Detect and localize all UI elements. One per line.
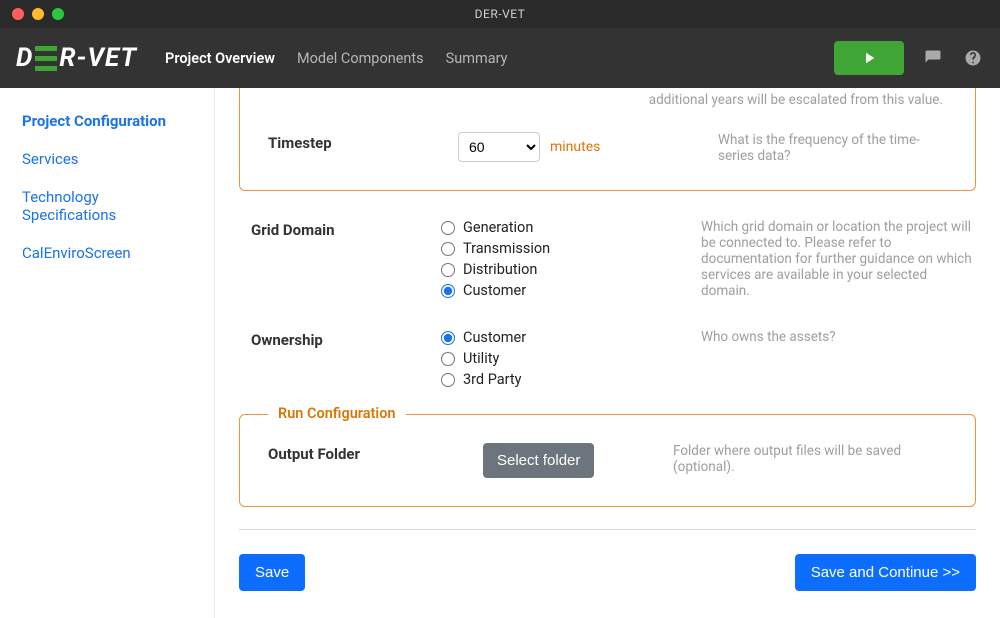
ownership-option-utility[interactable]: Utility <box>441 350 691 367</box>
ownership-radio-group: Customer Utility 3rd Party <box>441 329 691 388</box>
main-panel: additional years will be escalated from … <box>215 88 1000 618</box>
grid-domain-option-transmission[interactable]: Transmission <box>441 240 691 257</box>
chat-icon <box>924 49 942 67</box>
previous-field-help-fragment: additional years will be escalated from … <box>268 92 947 108</box>
radio-label: Utility <box>463 350 499 367</box>
ownership-help: Who owns the assets? <box>691 329 976 345</box>
window-titlebar: DER-VET <box>0 0 1000 28</box>
run-configuration-legend: Run Configuration <box>268 405 406 422</box>
logo-text-left: D <box>16 43 33 73</box>
grid-domain-option-generation[interactable]: Generation <box>441 219 691 236</box>
play-icon <box>860 49 878 67</box>
radio-label: Transmission <box>463 240 550 257</box>
select-folder-button[interactable]: Select folder <box>483 443 594 478</box>
top-navbar: D R-VET Project Overview Model Component… <box>0 28 1000 88</box>
grid-domain-option-distribution[interactable]: Distribution <box>441 261 691 278</box>
feedback-button[interactable] <box>922 47 944 69</box>
close-window-button[interactable] <box>12 8 24 20</box>
help-button[interactable] <box>962 47 984 69</box>
window-controls <box>0 8 64 20</box>
timestep-unit: minutes <box>550 139 600 155</box>
app-logo: D R-VET <box>16 43 137 73</box>
logo-text-right: R-VET <box>59 43 137 73</box>
window-title: DER-VET <box>0 7 1000 21</box>
sidebar-item-project-configuration[interactable]: Project Configuration <box>22 112 196 130</box>
ownership-option-3rdparty[interactable]: 3rd Party <box>441 371 691 388</box>
radio-label: Generation <box>463 219 533 236</box>
radio-label: Customer <box>463 282 526 299</box>
run-button[interactable] <box>834 41 904 75</box>
maximize-window-button[interactable] <box>52 8 64 20</box>
help-icon <box>964 49 982 67</box>
sidebar-item-technology-specs[interactable]: Technology Specifications <box>22 188 196 224</box>
radio-label: Customer <box>463 329 526 346</box>
tab-summary[interactable]: Summary <box>446 50 508 67</box>
tab-project-overview[interactable]: Project Overview <box>165 50 275 67</box>
sidebar-item-services[interactable]: Services <box>22 150 196 168</box>
logo-bars-icon <box>35 46 57 71</box>
grid-domain-help: Which grid domain or location the projec… <box>691 219 976 299</box>
ownership-label: Ownership <box>251 329 441 349</box>
output-folder-help: Folder where output files will be saved … <box>663 443 947 475</box>
save-and-continue-button[interactable]: Save and Continue >> <box>795 554 976 591</box>
radio-label: 3rd Party <box>463 371 522 388</box>
grid-domain-label: Grid Domain <box>251 219 441 239</box>
nav-tabs: Project Overview Model Components Summar… <box>165 50 507 67</box>
output-folder-label: Output Folder <box>268 443 483 463</box>
sidebar-item-calenviroscreen[interactable]: CalEnviroScreen <box>22 244 196 262</box>
timestep-label: Timestep <box>268 132 458 152</box>
save-button[interactable]: Save <box>239 554 305 591</box>
timestep-help: What is the frequency of the time-series… <box>708 132 947 164</box>
ownership-option-customer[interactable]: Customer <box>441 329 691 346</box>
minimize-window-button[interactable] <box>32 8 44 20</box>
grid-domain-radio-group: Generation Transmission Distribution Cus… <box>441 219 691 299</box>
section-divider <box>239 529 976 530</box>
run-configuration-fieldset: Run Configuration Output Folder Select f… <box>239 414 976 507</box>
tab-model-components[interactable]: Model Components <box>297 50 424 67</box>
project-params-fieldset: additional years will be escalated from … <box>239 88 976 191</box>
timestep-select[interactable]: 60 <box>458 132 540 162</box>
radio-label: Distribution <box>463 261 537 278</box>
left-sidebar: Project Configuration Services Technolog… <box>0 88 215 618</box>
grid-domain-option-customer[interactable]: Customer <box>441 282 691 299</box>
